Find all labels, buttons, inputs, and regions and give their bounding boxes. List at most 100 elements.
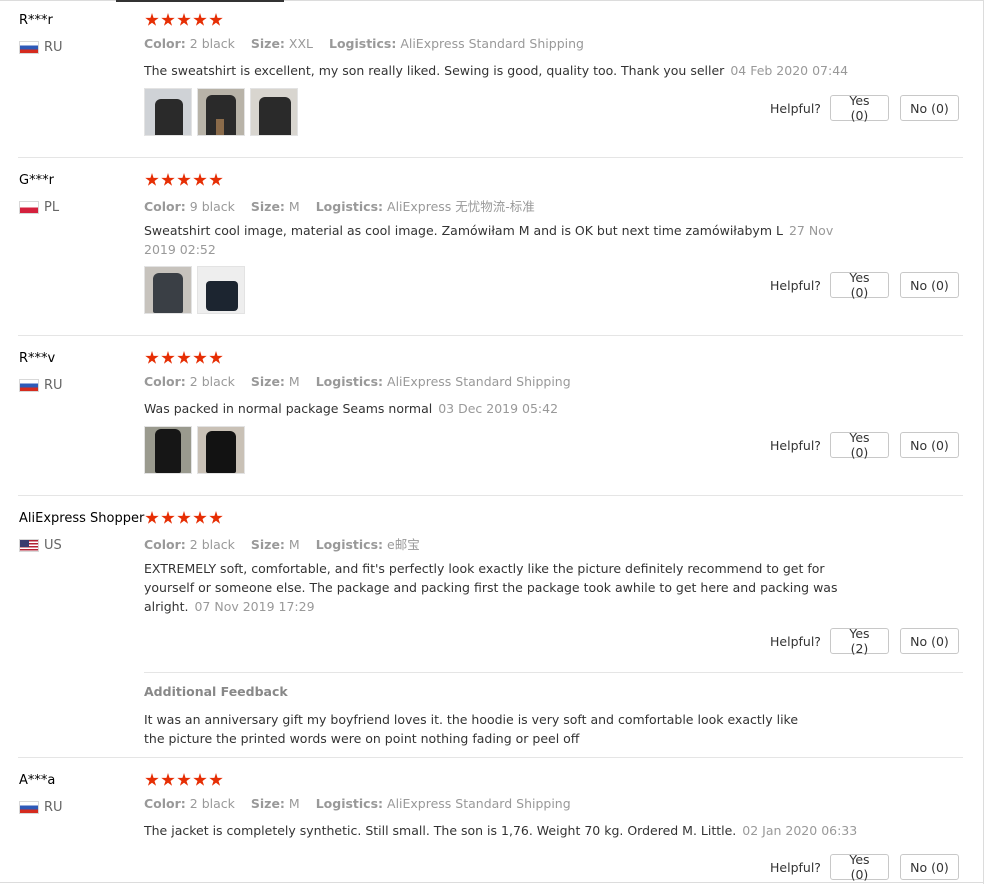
review-photo-thumbnail[interactable] xyxy=(144,266,192,314)
review-photos xyxy=(144,426,245,474)
review-photo-thumbnail[interactable] xyxy=(197,266,245,314)
size-label: Size: xyxy=(250,796,285,811)
size-label: Size: xyxy=(250,537,285,552)
review-content: The sweatshirt is excellent, my son real… xyxy=(144,61,859,80)
star-icon xyxy=(209,173,223,186)
star-icon xyxy=(193,13,207,26)
star-icon xyxy=(209,351,223,364)
review-item: AliExpress Shopper US Color: 2 black Siz… xyxy=(0,511,963,751)
helpful-no-button[interactable]: No (0) xyxy=(899,432,959,458)
logistics-value: e邮宝 xyxy=(387,537,420,552)
country-code: RU xyxy=(44,377,63,393)
country-code: PL xyxy=(44,199,60,215)
star-icon xyxy=(161,173,175,186)
size-label: Size: xyxy=(250,374,285,389)
star-icon xyxy=(177,773,191,786)
size-label: Size: xyxy=(250,199,285,214)
star-icon xyxy=(209,13,223,26)
reviewer-country: PL xyxy=(19,199,59,215)
usa-flag-icon xyxy=(19,538,39,552)
order-info: Color: 2 black Size: M Logistics: AliExp… xyxy=(144,796,571,811)
additional-feedback-text: It was an anniversary gift my boyfriend … xyxy=(144,712,799,746)
reviewer-country: RU xyxy=(19,799,63,815)
star-icon xyxy=(145,773,159,786)
helpful-votes: Helpful? Yes (0) No (0) xyxy=(770,852,970,882)
helpful-yes-button[interactable]: Yes (0) xyxy=(829,270,889,300)
review-photo-thumbnail[interactable] xyxy=(197,426,245,474)
star-icon xyxy=(193,173,207,186)
country-code: RU xyxy=(44,799,63,815)
review-item: A***a RU Color: 2 black Size: M Logistic… xyxy=(0,773,963,883)
helpful-no-button[interactable]: No (0) xyxy=(899,272,959,298)
review-divider xyxy=(18,495,963,496)
color-value: 2 black xyxy=(189,374,235,389)
logistics-value: AliExpress Standard Shipping xyxy=(387,796,571,811)
review-text: Sweatshirt cool image, material as cool … xyxy=(144,223,783,238)
size-value: M xyxy=(288,374,300,389)
reviewer-country: RU xyxy=(19,39,63,55)
color-value: 2 black xyxy=(189,36,235,51)
review-text: The jacket is completely synthetic. Stil… xyxy=(144,823,737,838)
order-info: Color: 2 black Size: XXL Logistics: AliE… xyxy=(144,36,584,51)
star-icon xyxy=(209,511,223,524)
poland-flag-icon xyxy=(19,200,39,214)
helpful-label: Helpful? xyxy=(770,277,821,293)
logistics-value: AliExpress Standard Shipping xyxy=(400,36,584,51)
helpful-votes: Helpful? Yes (0) No (0) xyxy=(770,93,970,123)
star-icon xyxy=(145,13,159,26)
review-text: Was packed in normal package Seams norma… xyxy=(144,401,433,416)
star-rating xyxy=(145,173,223,187)
size-value: M xyxy=(288,199,300,214)
reviewer-name: R***r xyxy=(19,13,53,28)
logistics-label: Logistics: xyxy=(315,537,384,552)
helpful-yes-button[interactable]: Yes (0) xyxy=(829,430,889,460)
review-content: EXTREMELY soft, comfortable, and fit's p… xyxy=(144,559,859,616)
star-icon xyxy=(177,351,191,364)
size-value: XXL xyxy=(288,36,313,51)
star-icon xyxy=(193,351,207,364)
additional-feedback-divider xyxy=(144,672,963,673)
size-value: M xyxy=(288,537,300,552)
star-icon xyxy=(145,351,159,364)
reviewer-country: RU xyxy=(19,377,63,393)
review-photo-thumbnail[interactable] xyxy=(144,88,192,136)
review-date: 07 Nov 2019 17:29 xyxy=(194,599,315,614)
logistics-label: Logistics: xyxy=(328,36,397,51)
star-icon xyxy=(161,13,175,26)
star-icon xyxy=(193,511,207,524)
logistics-label: Logistics: xyxy=(315,796,384,811)
star-icon xyxy=(193,773,207,786)
star-icon xyxy=(209,773,223,786)
helpful-yes-button[interactable]: Yes (0) xyxy=(829,93,889,123)
order-info: Color: 9 black Size: M Logistics: AliExp… xyxy=(144,196,535,215)
helpful-no-button[interactable]: No (0) xyxy=(899,95,959,121)
logistics-value: AliExpress Standard Shipping xyxy=(387,374,571,389)
helpful-label: Helpful? xyxy=(770,859,821,875)
helpful-votes: Helpful? Yes (0) No (0) xyxy=(770,270,970,300)
review-photo-thumbnail[interactable] xyxy=(250,88,298,136)
color-label: Color: xyxy=(144,537,186,552)
size-value: M xyxy=(288,796,300,811)
review-photos xyxy=(144,88,298,136)
reviewer-country: US xyxy=(19,537,62,553)
helpful-yes-button[interactable]: Yes (0) xyxy=(829,852,889,882)
helpful-no-button[interactable]: No (0) xyxy=(899,854,959,880)
star-icon xyxy=(145,173,159,186)
color-label: Color: xyxy=(144,796,186,811)
star-icon xyxy=(177,173,191,186)
helpful-label: Helpful? xyxy=(770,437,821,453)
color-value: 2 black xyxy=(189,537,235,552)
star-rating xyxy=(145,13,223,27)
helpful-no-button[interactable]: No (0) xyxy=(899,628,959,654)
review-divider xyxy=(18,757,963,758)
country-code: US xyxy=(44,537,62,553)
review-content: The jacket is completely synthetic. Stil… xyxy=(144,821,859,840)
star-icon xyxy=(177,511,191,524)
logistics-label: Logistics: xyxy=(315,374,384,389)
review-date: 04 Feb 2020 07:44 xyxy=(730,63,849,78)
review-photo-thumbnail[interactable] xyxy=(197,88,245,136)
helpful-yes-button[interactable]: Yes (2) xyxy=(829,626,889,656)
star-icon xyxy=(161,511,175,524)
size-label: Size: xyxy=(250,36,285,51)
review-photo-thumbnail[interactable] xyxy=(144,426,192,474)
